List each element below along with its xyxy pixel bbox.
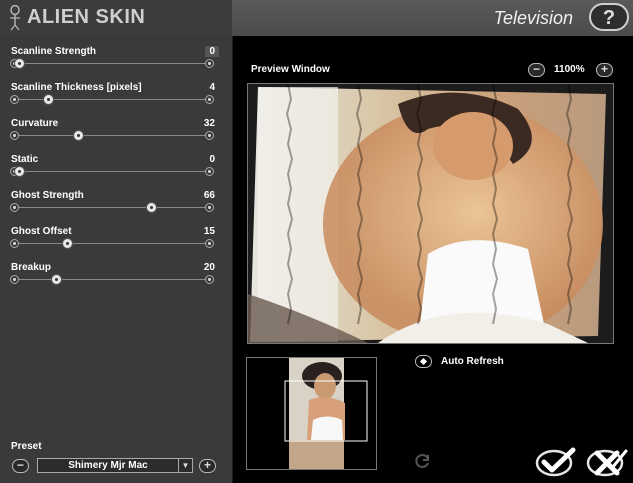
brand-name: ALIEN SKIN (27, 6, 146, 28)
decrement-knob[interactable] (10, 95, 19, 104)
brand-area: ALIEN SKIN (0, 0, 232, 37)
slider-thumb[interactable] (72, 130, 84, 141)
slider-value[interactable]: 15 (204, 226, 215, 237)
zoom-out-button[interactable]: − (528, 63, 545, 77)
slider-track[interactable] (14, 171, 210, 172)
alien-figure-icon (10, 5, 20, 31)
slider-value[interactable]: 66 (204, 190, 215, 201)
slider-track[interactable] (14, 63, 210, 64)
remove-preset-button[interactable]: − (12, 459, 29, 473)
increment-knob[interactable] (205, 59, 214, 68)
preview-window[interactable] (247, 83, 614, 344)
slider-track[interactable] (14, 243, 210, 244)
slider-ghost-strength: Ghost Strength 66 (0, 184, 232, 220)
slider-value-field[interactable]: 0 (205, 46, 219, 57)
auto-refresh-toggle[interactable]: Auto Refresh (415, 355, 535, 369)
increment-knob[interactable] (205, 95, 214, 104)
header-bar: ALIEN SKIN Television ? (0, 0, 633, 37)
slider-label: Curvature (11, 118, 59, 129)
increment-knob[interactable] (205, 167, 214, 176)
increment-knob[interactable] (205, 275, 214, 284)
increment-knob[interactable] (205, 203, 214, 212)
slider-thumb[interactable] (50, 274, 62, 285)
increment-knob[interactable] (205, 239, 214, 248)
title-area: Television ? (232, 0, 633, 36)
slider-scanline-strength: Scanline Strength 0 (0, 40, 232, 76)
zoom-in-button[interactable]: + (596, 63, 613, 77)
slider-breakup: Breakup 20 (0, 256, 232, 292)
checkmark-icon[interactable] (535, 447, 577, 477)
slider-thumb[interactable] (14, 166, 25, 177)
zoom-level: 1100% (554, 64, 585, 75)
television-filter-window: ALIEN SKIN Television ? Scanline Strengt… (0, 0, 633, 483)
preset-label: Preset (11, 441, 42, 452)
increment-knob[interactable] (205, 131, 214, 140)
slider-track[interactable] (14, 135, 210, 136)
slider-thumb[interactable] (14, 58, 25, 69)
decrement-knob[interactable] (10, 239, 19, 248)
preview-window-label: Preview Window (251, 64, 330, 75)
refresh-icon[interactable] (415, 453, 431, 469)
preview-image (248, 84, 606, 343)
slider-scanline-thickness: Scanline Thickness [pixels] 4 (0, 76, 232, 112)
decrement-knob[interactable] (10, 203, 19, 212)
cancel-x-icon[interactable] (586, 447, 628, 477)
preset-dropdown[interactable]: Shimery Mjr Mac ▼ (37, 458, 193, 473)
slider-label: Scanline Strength (11, 46, 97, 57)
slider-thumb[interactable] (61, 238, 73, 249)
slider-label: Breakup (11, 262, 52, 273)
decrement-knob[interactable] (10, 275, 19, 284)
help-button[interactable]: ? (589, 3, 629, 31)
slider-value[interactable]: 32 (204, 118, 215, 129)
slider-label: Scanline Thickness [pixels] (11, 82, 142, 93)
navigator-thumbnail[interactable] (246, 357, 377, 470)
slider-track[interactable] (14, 279, 210, 280)
slider-curvature: Curvature 32 (0, 112, 232, 148)
decrement-knob[interactable] (10, 131, 19, 140)
slider-static: Static 0 (0, 148, 232, 184)
auto-refresh-label: Auto Refresh (441, 356, 504, 367)
slider-label: Ghost Strength (11, 190, 84, 201)
slider-thumb[interactable] (43, 94, 55, 105)
auto-refresh-radio[interactable] (415, 355, 432, 368)
add-preset-button[interactable]: + (199, 459, 216, 473)
chevron-down-icon: ▼ (178, 459, 192, 472)
slider-value[interactable]: 20 (204, 262, 215, 273)
navigator-image (247, 358, 376, 469)
slider-value[interactable]: 0 (209, 154, 215, 165)
slider-value[interactable]: 4 (209, 82, 215, 93)
slider-label: Ghost Offset (11, 226, 72, 237)
slider-label: Static (11, 154, 39, 165)
filter-title: Television (493, 8, 573, 28)
preset-selected-value: Shimery Mjr Mac (68, 460, 148, 471)
slider-thumb[interactable] (146, 202, 158, 213)
help-icon: ? (602, 7, 616, 29)
slider-track[interactable] (14, 207, 210, 208)
slider-ghost-offset: Ghost Offset 15 (0, 220, 232, 256)
controls-panel: Scanline Strength 0 Scanline Thickness [… (0, 36, 233, 483)
